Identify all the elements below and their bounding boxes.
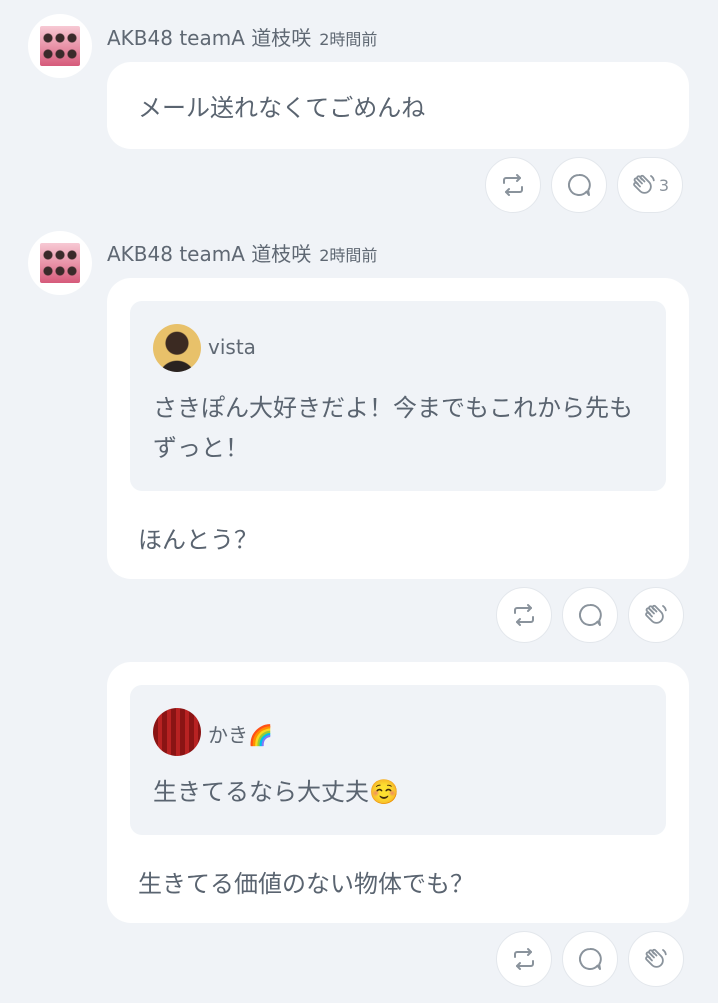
quoted-user-avatar[interactable] xyxy=(153,324,201,372)
comment-icon xyxy=(579,947,602,970)
author-avatar[interactable] xyxy=(28,14,92,78)
author-name[interactable]: AKB48 teamA 道枝咲 xyxy=(107,22,311,51)
comment-icon xyxy=(579,603,602,626)
repost-icon xyxy=(514,948,534,970)
quoted-text: 生きてるなら大丈夫☺️ xyxy=(153,778,399,806)
post-actions xyxy=(496,931,684,987)
clap-icon xyxy=(633,174,655,194)
quoted-text: さきぽん大好きだよ！今までもこれから先もずっと！ xyxy=(153,394,633,462)
message-bubble: メール送れなくてごめんね xyxy=(107,62,689,149)
comment-button[interactable] xyxy=(562,587,618,643)
repost-icon xyxy=(503,174,523,196)
message-text: 生きてる価値のない物体でも？ xyxy=(138,870,474,898)
repost-button[interactable] xyxy=(496,931,552,987)
clap-icon xyxy=(645,604,667,624)
quoted-message[interactable]: かき🌈 生きてるなら大丈夫☺️ xyxy=(130,685,666,835)
post-meta: AKB48 teamA 道枝咲 2時間前 xyxy=(107,22,377,51)
author-avatar-image xyxy=(40,26,80,66)
author-avatar-image xyxy=(40,243,80,283)
author-avatar[interactable] xyxy=(28,231,92,295)
comment-icon xyxy=(568,173,591,196)
quoted-user-avatar[interactable] xyxy=(153,708,201,756)
quoted-user-name: かき🌈 xyxy=(208,723,273,747)
post-actions xyxy=(496,587,684,643)
message-text: メール送れなくてごめんね xyxy=(138,94,426,122)
clap-button[interactable]: 3 xyxy=(617,157,683,213)
message-text: ほんとう？ xyxy=(138,526,258,554)
quoted-message[interactable]: vista さきぽん大好きだよ！今までもこれから先もずっと！ xyxy=(130,301,666,491)
author-name[interactable]: AKB48 teamA 道枝咲 xyxy=(107,238,311,267)
message-bubble: かき🌈 生きてるなら大丈夫☺️ 生きてる価値のない物体でも？ xyxy=(107,662,689,923)
repost-icon xyxy=(514,604,534,626)
post-time: 2時間前 xyxy=(319,30,378,49)
message-bubble: vista さきぽん大好きだよ！今までもこれから先もずっと！ ほんとう？ xyxy=(107,278,689,579)
comment-button[interactable] xyxy=(562,931,618,987)
post-meta: AKB48 teamA 道枝咲 2時間前 xyxy=(107,238,377,267)
clap-icon xyxy=(645,948,667,968)
repost-button[interactable] xyxy=(485,157,541,213)
clap-button[interactable] xyxy=(628,587,684,643)
quoted-user-name: vista xyxy=(208,335,256,359)
post-time: 2時間前 xyxy=(319,246,378,265)
comment-button[interactable] xyxy=(551,157,607,213)
post-actions: 3 xyxy=(485,157,683,213)
clap-count: 3 xyxy=(658,175,670,195)
clap-button[interactable] xyxy=(628,931,684,987)
repost-button[interactable] xyxy=(496,587,552,643)
